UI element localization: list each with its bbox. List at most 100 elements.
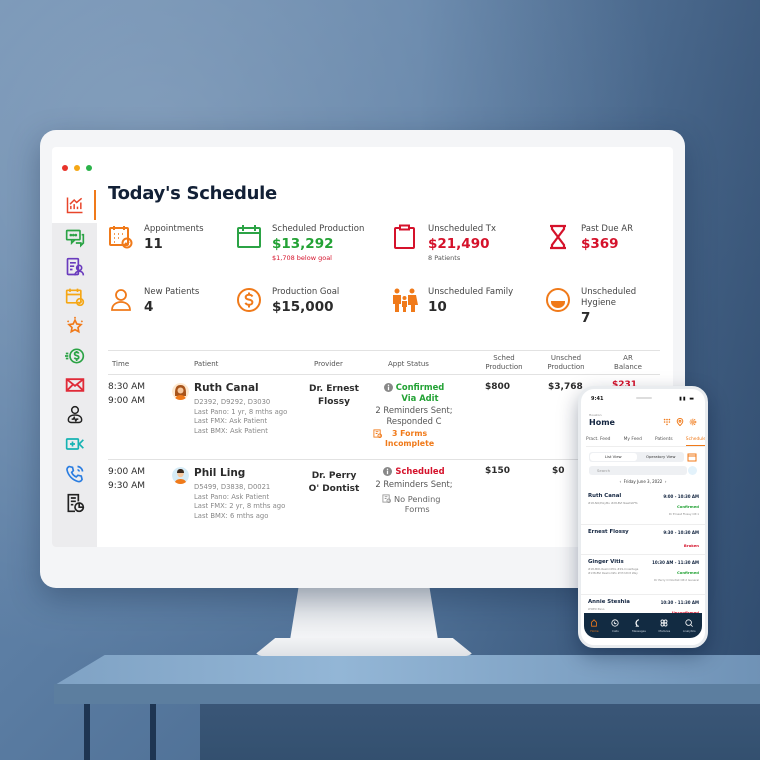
reminders-line: 2 Reminders Sent;	[375, 405, 453, 415]
phone-search-input[interactable]: Search	[589, 466, 687, 475]
stat-value: 4	[144, 299, 154, 315]
appt-time: 9:00 - 10:30 AM	[663, 494, 699, 499]
phone-tab-patients[interactable]: Patients	[655, 435, 673, 446]
stat-unscheduled-tx[interactable]: Unscheduled Tx $21,490 8 Patients	[392, 224, 496, 263]
list-view-button[interactable]: List View	[590, 453, 637, 461]
filter-icon[interactable]	[688, 466, 697, 475]
calendar-check-icon	[65, 288, 84, 306]
appt-time: 8:30 AM 9:00 AM	[108, 380, 145, 408]
phone-icon	[611, 618, 619, 627]
desk-edge	[54, 684, 760, 704]
phone-tab-my-feed[interactable]: My Feed	[624, 435, 642, 446]
col-ar-balance[interactable]: AR Balance	[608, 354, 648, 372]
phone-tab-schedule[interactable]: Schedule	[685, 435, 705, 446]
reminders-text: 2 Reminders Sent; Responded C	[370, 405, 458, 427]
patient-name[interactable]: Phil Ling	[194, 466, 285, 480]
last-fmx: Last FMX: 2 yr, 8 mths ago	[194, 502, 286, 510]
stat-appointments[interactable]: Appointments 11	[108, 224, 204, 253]
phone-title: Home	[589, 418, 615, 427]
col-appt-status[interactable]: Appt Status	[388, 360, 429, 369]
stat-scheduled-production[interactable]: Scheduled Production $13,292 $1,708 belo…	[236, 224, 364, 263]
info-icon[interactable]	[383, 467, 393, 476]
sidebar-item-messages[interactable]	[52, 223, 97, 253]
procedure-codes: D2392, D9292, D3030	[194, 398, 271, 406]
col-time[interactable]: Time	[112, 360, 129, 369]
stat-label: Past Due AR	[581, 224, 634, 234]
dollar-circle-icon	[237, 288, 261, 312]
list-item[interactable]: Ginger Vitis 10:30 AM - 11:30 AM #18-MID…	[581, 555, 705, 595]
phone-icon	[65, 465, 83, 483]
minimize-dot[interactable]	[74, 165, 80, 171]
gear-icon[interactable]	[689, 418, 697, 426]
start-time: 8:30 AM	[108, 382, 145, 392]
list-item[interactable]: Ernest Flossy 9:30 - 10:30 AM Broken	[581, 525, 705, 555]
sidebar-item-patients[interactable]	[52, 400, 97, 430]
nav-analytics[interactable]: Analytics	[683, 618, 696, 633]
sidebar-item-analytics[interactable]	[52, 187, 97, 223]
stat-new-patients[interactable]: New Patients 4	[108, 287, 199, 316]
sidebar-item-patient-forms[interactable]	[52, 253, 97, 283]
patient-info: Phil Ling D5499, D3838, D0021 Last Pano:…	[194, 466, 285, 521]
status-line: Confirmed	[395, 382, 445, 392]
modules-icon	[660, 619, 668, 626]
sidebar-item-scheduling[interactable]	[52, 282, 97, 312]
phone-device: 9:41 ▮▮ ▬ Houston Home Pract. Feed My Fe…	[578, 386, 708, 648]
last-bmx: Last BMX: Ask Patient	[194, 426, 268, 435]
next-day-icon[interactable]: ›	[665, 479, 667, 484]
location-pin-icon[interactable]	[676, 418, 684, 426]
nav-home[interactable]: Home	[590, 618, 599, 633]
nav-modules[interactable]: Modules	[659, 619, 670, 633]
phone-appointment-list: Ruth Canal 9:00 - 10:30 AM #18-NO/PolyMu…	[581, 489, 705, 631]
info-icon[interactable]	[383, 383, 393, 392]
close-dot[interactable]	[62, 165, 68, 171]
col-unsched-production[interactable]: Unsched Production	[536, 354, 596, 372]
smile-icon	[546, 288, 570, 312]
appt-codes: LTOEX Pano	[588, 607, 605, 611]
stat-past-due-ar[interactable]: Past Due AR $369	[545, 224, 633, 253]
nav-label: Messages	[632, 628, 646, 633]
col-label: Sched	[493, 354, 515, 362]
signal-battery-icon: ▮▮ ▬	[679, 396, 695, 402]
stat-label: Scheduled Production	[272, 224, 365, 234]
dialpad-icon[interactable]	[663, 418, 671, 426]
maximize-dot[interactable]	[86, 165, 92, 171]
sidebar-item-payments[interactable]	[52, 341, 97, 371]
provider-line: Dr. Perry	[311, 471, 357, 481]
prev-day-icon[interactable]: ‹	[620, 479, 622, 484]
appt-codes: #18-NO/PolyMu #28-BVI NewDAFTs	[588, 501, 638, 505]
col-sched-production[interactable]: Sched Production	[474, 354, 534, 372]
video-icon	[65, 438, 84, 451]
stat-unscheduled-family[interactable]: Unscheduled Family 10	[392, 287, 513, 316]
desk-shadow	[200, 704, 760, 760]
calendar-icon[interactable]	[687, 452, 697, 462]
appt-status: Scheduled 2 Reminders Sent; No Pending F…	[370, 466, 458, 514]
sidebar-item-calls[interactable]	[52, 459, 97, 489]
provider-line: Flossy	[318, 397, 350, 407]
nav-messages[interactable]: Messages	[632, 618, 646, 633]
person-heart-icon	[67, 405, 82, 423]
sidebar-item-reviews[interactable]	[52, 312, 97, 342]
stat-value: $369	[581, 236, 619, 252]
appt-patient: Ruth Canal	[588, 493, 622, 499]
nav-calls[interactable]: Calls	[611, 618, 619, 633]
appt-status: Confirmed Via Adit 2 Reminders Sent; Res…	[370, 382, 458, 449]
col-patient[interactable]: Patient	[194, 360, 218, 369]
forms-status[interactable]: 3 Forms Incomplete	[370, 429, 458, 449]
sidebar-item-reports[interactable]	[52, 489, 97, 519]
sidebar-item-telehealth[interactable]	[52, 430, 97, 460]
forms-status[interactable]: No Pending Forms	[370, 494, 458, 514]
stat-unscheduled-hygiene[interactable]: Unscheduled Hygiene 7	[545, 287, 668, 327]
stat-production-goal[interactable]: Production Goal $15,000	[236, 287, 339, 316]
patient-name[interactable]: Ruth Canal	[194, 381, 287, 395]
operatory-view-button[interactable]: Operatory View	[638, 452, 685, 462]
col-label: AR	[623, 354, 633, 362]
col-provider[interactable]: Provider	[314, 360, 343, 369]
chat-icon	[65, 229, 84, 248]
col-label: Balance	[614, 363, 642, 371]
sidebar-item-email[interactable]	[52, 371, 97, 401]
list-item[interactable]: Ruth Canal 9:00 - 10:30 AM #18-NO/PolyMu…	[581, 489, 705, 525]
last-fmx: Last FMX: Ask Patient	[194, 417, 268, 425]
report-icon	[67, 494, 84, 513]
stat-label: Unscheduled Hygiene	[581, 287, 637, 308]
phone-tab-pract-feed[interactable]: Pract. Feed	[586, 435, 610, 446]
